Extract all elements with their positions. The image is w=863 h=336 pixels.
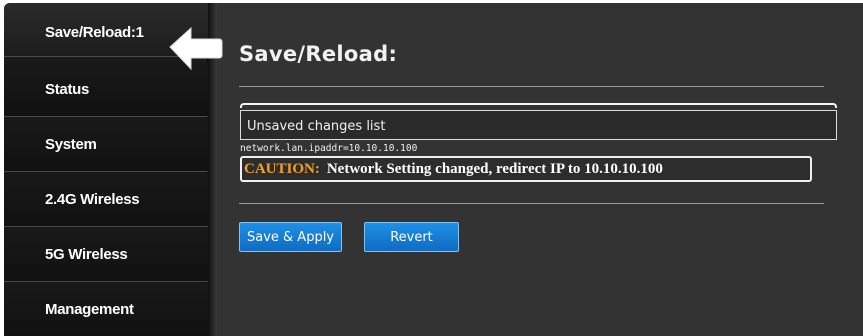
divider (239, 86, 824, 87)
unsaved-changes-header: Unsaved changes list (240, 110, 837, 140)
changes-list-top-border (240, 103, 837, 108)
sidebar-item-label: Save/Reload:1 (45, 24, 144, 41)
unsaved-changes-title: Unsaved changes list (247, 119, 386, 134)
sidebar-item-system[interactable]: System (4, 118, 208, 172)
caution-message: Network Setting changed, redirect IP to … (326, 160, 663, 177)
sidebar-item-5g-wireless[interactable]: 5G Wireless (4, 228, 208, 282)
sidebar-item-2-4g-wireless[interactable]: 2.4G Wireless (4, 173, 208, 227)
page-title: Save/Reload: (239, 42, 398, 66)
sidebar-item-label: System (45, 136, 97, 153)
sidebar-item-label: Status (45, 81, 90, 98)
revert-button[interactable]: Revert (364, 222, 459, 252)
caution-message-box: CAUTION: Network Setting changed, redire… (240, 156, 812, 182)
app-frame: Save/Reload:1 Status System 2.4G Wireles… (4, 3, 863, 336)
save-apply-button[interactable]: Save & Apply (239, 222, 342, 252)
unsaved-change-entry: network.lan.ipaddr=10.10.10.100 (240, 143, 418, 154)
main-content: Save/Reload: Unsaved changes list networ… (217, 3, 863, 336)
sidebar-item-label: 2.4G Wireless (45, 191, 140, 208)
caution-label: CAUTION: (244, 160, 320, 177)
sidebar-item-label: 5G Wireless (45, 246, 128, 263)
sidebar-item-management[interactable]: Management (4, 283, 208, 336)
white-arrow-left-icon (169, 26, 223, 71)
divider (239, 203, 824, 204)
sidebar-item-label: Management (45, 301, 134, 318)
